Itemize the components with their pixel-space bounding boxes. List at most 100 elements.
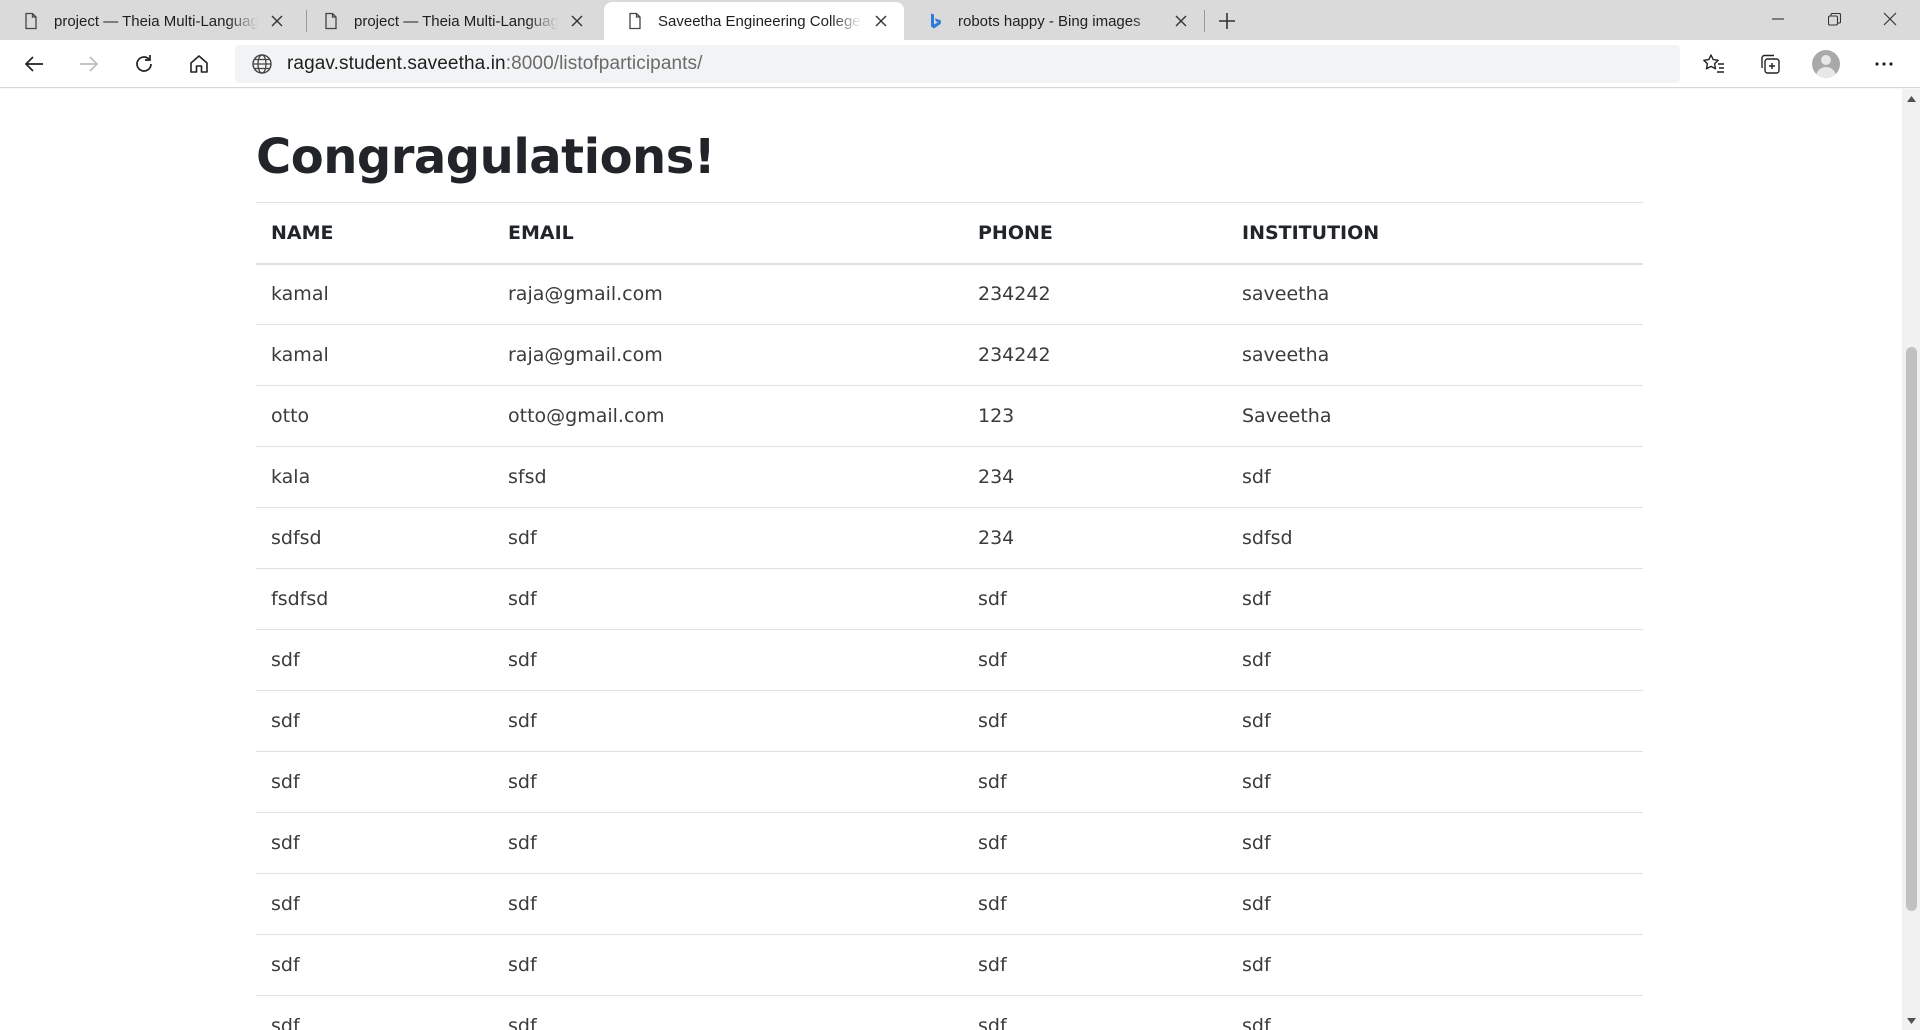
caret-down-icon <box>1907 1017 1916 1024</box>
table-body: kamal raja@gmail.com 234242 saveetha kamal ra… <box>256 263 1643 1030</box>
cell-institution: sdf <box>1227 934 1643 996</box>
avatar <box>1812 50 1840 78</box>
table-row: sdf sdf sdf sdf <box>256 751 1643 813</box>
page-title: Congragulations! <box>256 129 716 185</box>
tab-title: robots happy - Bing images <box>958 12 1141 30</box>
tab-title: Saveetha Engineering College <box>658 12 861 30</box>
favorites-button[interactable] <box>1694 46 1734 82</box>
forward-button[interactable] <box>71 46 107 82</box>
table-row: sdf sdf sdf sdf <box>256 629 1643 691</box>
cell-email: sdf <box>493 995 963 1030</box>
home-icon <box>190 55 208 73</box>
table-row: sdf sdf sdf sdf <box>256 934 1643 996</box>
minimize-icon <box>1772 18 1784 20</box>
cell-phone: 123 <box>963 385 1227 447</box>
cell-phone: sdf <box>963 568 1227 630</box>
cell-name: kamal <box>256 263 493 325</box>
cell-email: sdf <box>493 629 963 691</box>
scrollbar-thumb[interactable] <box>1906 347 1917 911</box>
cell-email: otto@gmail.com <box>493 385 963 447</box>
cell-email: sfsd <box>493 446 963 508</box>
tab-theia-2[interactable]: project — Theia Multi-Language <box>300 2 600 40</box>
collections-icon <box>1761 54 1780 74</box>
table-row: sdf sdf sdf sdf <box>256 995 1643 1030</box>
cell-email: sdf <box>493 507 963 569</box>
cell-name: kamal <box>256 324 493 386</box>
scroll-up-arrow[interactable] <box>1906 93 1917 104</box>
reload-button[interactable] <box>126 46 162 82</box>
back-button[interactable] <box>16 46 52 82</box>
tab-bing-images[interactable]: robots happy - Bing images <box>904 2 1204 40</box>
column-header-institution: INSTITUTION <box>1227 202 1643 265</box>
tab-strip: project — Theia Multi-Language project —… <box>0 0 1920 40</box>
restore-button[interactable] <box>1806 0 1862 38</box>
cell-email: sdf <box>493 751 963 813</box>
collections-button[interactable] <box>1750 46 1790 82</box>
cell-name: sdfsd <box>256 507 493 569</box>
table-row: sdfsd sdf 234 sdfsd <box>256 507 1643 569</box>
browser-toolbar: ragav.student.saveetha.in:8000/listofpar… <box>0 40 1920 88</box>
tab-divider <box>1204 10 1205 32</box>
cell-institution: sdf <box>1227 629 1643 691</box>
cell-institution: sdf <box>1227 995 1643 1030</box>
page-icon <box>629 12 641 30</box>
profile-button[interactable] <box>1806 46 1846 82</box>
cell-institution: sdf <box>1227 873 1643 935</box>
arrow-left-icon <box>24 56 43 72</box>
cell-institution: sdfsd <box>1227 507 1643 569</box>
minimize-button[interactable] <box>1750 0 1806 38</box>
cell-phone: sdf <box>963 934 1227 996</box>
table-row: kamal raja@gmail.com 234242 saveetha <box>256 263 1643 325</box>
close-icon <box>1883 12 1897 26</box>
cell-email: sdf <box>493 873 963 935</box>
cell-name: sdf <box>256 690 493 752</box>
close-icon[interactable] <box>870 10 892 32</box>
table-row: kala sfsd 234 sdf <box>256 446 1643 508</box>
close-icon[interactable] <box>266 10 288 32</box>
new-tab-button[interactable] <box>1210 6 1244 36</box>
column-header-name: NAME <box>256 202 493 265</box>
cell-phone: 234242 <box>963 324 1227 386</box>
cell-institution: sdf <box>1227 751 1643 813</box>
tab-saveetha[interactable]: Saveetha Engineering College <box>604 2 904 40</box>
cell-institution: sdf <box>1227 690 1643 752</box>
restore-icon <box>1827 12 1841 26</box>
cell-phone: 234 <box>963 446 1227 508</box>
home-button[interactable] <box>181 46 217 82</box>
cell-phone: sdf <box>963 629 1227 691</box>
column-header-phone: PHONE <box>963 202 1227 265</box>
cell-name: sdf <box>256 629 493 691</box>
cell-name: kala <box>256 446 493 508</box>
caret-up-icon <box>1907 95 1916 102</box>
cell-phone: 234 <box>963 507 1227 569</box>
cell-phone: sdf <box>963 995 1227 1030</box>
cell-institution: saveetha <box>1227 263 1643 325</box>
address-bar[interactable]: ragav.student.saveetha.in:8000/listofpar… <box>235 45 1680 83</box>
close-icon[interactable] <box>566 10 588 32</box>
cell-name: otto <box>256 385 493 447</box>
close-window-button[interactable] <box>1862 0 1918 38</box>
close-icon[interactable] <box>1170 10 1192 32</box>
cell-institution: sdf <box>1227 446 1643 508</box>
table-row: otto otto@gmail.com 123 Saveetha <box>256 385 1643 447</box>
cell-email: sdf <box>493 934 963 996</box>
vertical-scrollbar[interactable] <box>1902 89 1920 1030</box>
cell-email: raja@gmail.com <box>493 324 963 386</box>
column-header-email: EMAIL <box>493 202 963 265</box>
globe-icon <box>252 54 272 74</box>
url-path: :8000/listofparticipants/ <box>505 53 703 74</box>
settings-menu-button[interactable] <box>1864 46 1904 82</box>
plus-icon <box>1219 13 1235 29</box>
tab-title: project — Theia Multi-Language <box>354 12 558 30</box>
tab-title: project — Theia Multi-Language <box>54 12 258 30</box>
cell-phone: sdf <box>963 812 1227 874</box>
page-icon <box>325 12 337 30</box>
table-row: kamal raja@gmail.com 234242 saveetha <box>256 324 1643 386</box>
cell-institution: saveetha <box>1227 324 1643 386</box>
tab-theia-1[interactable]: project — Theia Multi-Language <box>0 2 300 40</box>
scroll-down-arrow[interactable] <box>1906 1015 1917 1026</box>
table-row: sdf sdf sdf sdf <box>256 812 1643 874</box>
table-header-row: NAME EMAIL PHONE INSTITUTION <box>256 202 1643 265</box>
more-icon <box>1875 62 1893 66</box>
cell-name: sdf <box>256 934 493 996</box>
